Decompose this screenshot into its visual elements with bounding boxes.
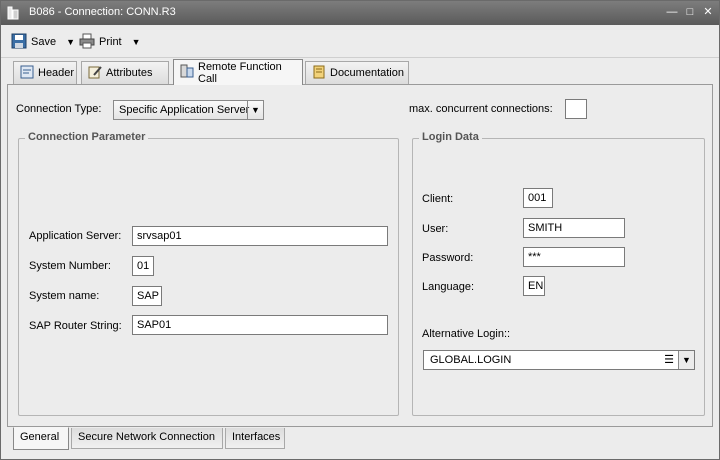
chevron-down-icon[interactable]: ▼	[247, 101, 263, 119]
tab-label: Documentation	[330, 67, 404, 79]
application-server-label: Application Server:	[29, 230, 122, 242]
tab-label: Attributes	[106, 67, 153, 79]
tab-documentation[interactable]: Documentation	[305, 61, 409, 84]
tab-interfaces[interactable]: Interfaces	[225, 428, 285, 449]
tab-secure-network-connection[interactable]: Secure Network Connection	[71, 428, 223, 449]
toolbar-divider	[1, 57, 719, 58]
language-input[interactable]: EN	[523, 276, 545, 296]
chevron-down-icon[interactable]: ▼	[66, 37, 75, 47]
system-number-input[interactable]: 01	[132, 256, 154, 276]
connection-type-label: Connection Type:	[16, 103, 102, 115]
connection-parameter-group: Connection Parameter Application Server:…	[18, 131, 399, 416]
save-button[interactable]: Save ▼	[11, 32, 75, 52]
minimize-icon[interactable]: —	[665, 5, 679, 19]
attributes-icon	[88, 65, 102, 82]
application-server-input[interactable]: srvsap01	[132, 226, 388, 246]
documentation-icon	[312, 65, 326, 82]
connection-window: B086 - Connection: CONN.R3 — □ ✕ Save ▼ …	[0, 0, 720, 460]
tab-content-panel: Connection Type: Specific Application Se…	[7, 84, 713, 427]
header-icon	[20, 65, 34, 82]
alternative-login-value: GLOBAL.LOGIN	[430, 354, 512, 366]
print-label: Print	[99, 36, 122, 48]
title-bar[interactable]: B086 - Connection: CONN.R3 — □ ✕	[1, 1, 719, 25]
printer-icon	[79, 33, 95, 52]
tab-label: Remote Function Call	[198, 60, 282, 85]
object-icon	[7, 6, 19, 20]
sap-router-string-label: SAP Router String:	[29, 320, 122, 332]
alternative-login-select[interactable]: GLOBAL.LOGIN ☰ ▼	[423, 350, 695, 370]
tab-remote-function-call[interactable]: Remote Function Call	[173, 59, 303, 85]
print-button[interactable]: Print ▼	[79, 32, 141, 52]
tab-label: Header	[38, 67, 75, 79]
max-connections-input[interactable]	[565, 99, 587, 119]
system-number-label: System Number:	[29, 260, 111, 272]
sap-router-string-input[interactable]: SAP01	[132, 315, 388, 335]
close-icon[interactable]: ✕	[701, 5, 715, 19]
alternative-login-label: Alternative Login::	[422, 328, 511, 340]
chevron-down-icon[interactable]: ▼	[678, 351, 694, 369]
client-label: Client:	[422, 193, 454, 205]
login-data-group: Login Data Client: 001 User: SMITH Passw…	[412, 131, 705, 416]
system-name-label: System name:	[29, 290, 100, 302]
language-label: Language:	[422, 281, 474, 293]
toolbar: Save ▼ Print ▼	[1, 29, 719, 55]
client-input[interactable]: 001	[523, 188, 553, 208]
system-name-input[interactable]: SAP	[132, 286, 162, 306]
tab-header[interactable]: Header	[13, 61, 77, 84]
tab-general[interactable]: General	[13, 427, 69, 450]
maximize-icon[interactable]: □	[683, 5, 697, 19]
connection-type-value: Specific Application Server	[119, 104, 250, 116]
floppy-disk-icon	[11, 33, 27, 52]
max-connections-label: max. concurrent connections:	[409, 103, 553, 115]
list-icon[interactable]: ☰	[664, 353, 674, 366]
remote-function-icon	[180, 64, 194, 81]
password-label: Password:	[422, 252, 474, 264]
password-input[interactable]: ***	[523, 247, 625, 267]
user-input[interactable]: SMITH	[523, 218, 625, 238]
user-label: User:	[422, 223, 449, 235]
tab-attributes[interactable]: Attributes	[81, 61, 169, 84]
chevron-down-icon[interactable]: ▼	[132, 37, 141, 47]
connection-parameter-title: Connection Parameter	[25, 131, 149, 143]
window-title: B086 - Connection: CONN.R3	[29, 6, 176, 18]
connection-type-select[interactable]: Specific Application Server ▼	[113, 100, 264, 120]
save-label: Save	[31, 36, 57, 48]
login-data-title: Login Data	[419, 131, 482, 143]
